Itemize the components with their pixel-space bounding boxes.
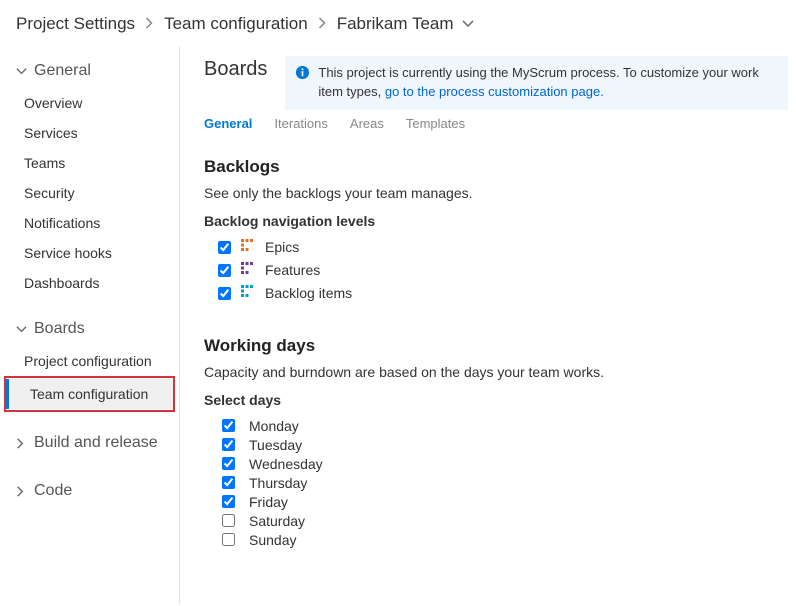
day-row-wednesday: Wednesday — [222, 456, 788, 472]
sidebar-item-services[interactable]: Services — [0, 118, 179, 148]
checkbox-sunday[interactable] — [222, 533, 235, 546]
backlogs-title: Backlogs — [204, 157, 788, 177]
backlog-level-epics: Epics — [218, 239, 788, 256]
sidebar: General Overview Services Teams Security… — [0, 46, 180, 604]
day-label: Saturday — [249, 513, 305, 529]
day-label: Thursday — [249, 475, 307, 491]
main-content: Boards This project is currently using t… — [180, 46, 796, 604]
feature-icon — [241, 262, 255, 279]
chevron-right-icon — [318, 16, 327, 33]
tab-areas[interactable]: Areas — [350, 116, 384, 131]
day-label: Wednesday — [249, 456, 323, 472]
day-label: Tuesday — [249, 437, 302, 453]
chevron-right-icon — [16, 486, 28, 497]
sidebar-group-label: Boards — [34, 320, 85, 338]
checkbox-saturday[interactable] — [222, 514, 235, 527]
backlogs-desc: See only the backlogs your team manages. — [204, 185, 788, 201]
sidebar-item-security[interactable]: Security — [0, 178, 179, 208]
page-title: Boards — [204, 56, 267, 81]
sidebar-group-label: Code — [34, 482, 72, 500]
sidebar-item-overview[interactable]: Overview — [0, 88, 179, 118]
breadcrumb-seg-project-settings[interactable]: Project Settings — [16, 14, 135, 34]
tabs: General Iterations Areas Templates — [204, 116, 788, 131]
checkbox-backlog-items[interactable] — [218, 287, 231, 300]
info-banner: This project is currently using the MySc… — [285, 56, 788, 110]
day-row-saturday: Saturday — [222, 513, 788, 529]
backlog-level-items: Backlog items — [218, 285, 788, 302]
day-row-sunday: Sunday — [222, 532, 788, 548]
backlog-item-icon — [241, 285, 255, 302]
checkbox-tuesday[interactable] — [222, 438, 235, 451]
backlog-level-label: Epics — [265, 239, 299, 255]
checkbox-thursday[interactable] — [222, 476, 235, 489]
day-row-friday: Friday — [222, 494, 788, 510]
chevron-down-icon — [16, 67, 28, 76]
sidebar-group-code[interactable]: Code — [0, 474, 179, 508]
checkbox-monday[interactable] — [222, 419, 235, 432]
day-row-tuesday: Tuesday — [222, 437, 788, 453]
epic-icon — [241, 239, 255, 256]
checkbox-wednesday[interactable] — [222, 457, 235, 470]
workingdays-subtitle: Select days — [204, 392, 788, 408]
checkbox-epics[interactable] — [218, 241, 231, 254]
sidebar-item-notifications[interactable]: Notifications — [0, 208, 179, 238]
checkbox-friday[interactable] — [222, 495, 235, 508]
tab-general[interactable]: General — [204, 116, 252, 131]
sidebar-group-label: General — [34, 62, 91, 80]
tab-iterations[interactable]: Iterations — [274, 116, 327, 131]
checkbox-features[interactable] — [218, 264, 231, 277]
chevron-down-icon — [462, 19, 474, 29]
breadcrumb-seg-team-config[interactable]: Team configuration — [164, 14, 308, 34]
breadcrumb: Project Settings Team configuration Fabr… — [0, 0, 796, 46]
chevron-down-icon — [16, 325, 28, 334]
sidebar-item-teams[interactable]: Teams — [0, 148, 179, 178]
sidebar-group-boards[interactable]: Boards — [0, 312, 179, 346]
workingdays-title: Working days — [204, 336, 788, 356]
backlogs-subtitle: Backlog navigation levels — [204, 213, 788, 229]
day-label: Monday — [249, 418, 299, 434]
tab-templates[interactable]: Templates — [406, 116, 465, 131]
sidebar-group-general[interactable]: General — [0, 54, 179, 88]
sidebar-group-label: Build and release — [34, 434, 158, 452]
chevron-right-icon — [145, 16, 154, 33]
day-row-thursday: Thursday — [222, 475, 788, 491]
backlog-level-features: Features — [218, 262, 788, 279]
sidebar-item-team-config[interactable]: Team configuration — [6, 379, 173, 409]
breadcrumb-seg-label: Fabrikam Team — [337, 14, 454, 33]
chevron-right-icon — [16, 438, 28, 449]
day-label: Sunday — [249, 532, 296, 548]
workingdays-desc: Capacity and burndown are based on the d… — [204, 364, 788, 380]
banner-link[interactable]: go to the process customization page. — [385, 84, 604, 99]
sidebar-group-build-release[interactable]: Build and release — [0, 426, 179, 460]
sidebar-item-service-hooks[interactable]: Service hooks — [0, 238, 179, 268]
day-label: Friday — [249, 494, 288, 510]
info-icon — [295, 65, 310, 80]
backlog-level-label: Backlog items — [265, 285, 352, 301]
breadcrumb-seg-fabrikam[interactable]: Fabrikam Team — [337, 14, 475, 34]
day-row-monday: Monday — [222, 418, 788, 434]
backlog-level-label: Features — [265, 262, 320, 278]
sidebar-item-dashboards[interactable]: Dashboards — [0, 268, 179, 298]
sidebar-item-project-config[interactable]: Project configuration — [0, 346, 179, 376]
highlighted-item: Team configuration — [4, 376, 175, 412]
